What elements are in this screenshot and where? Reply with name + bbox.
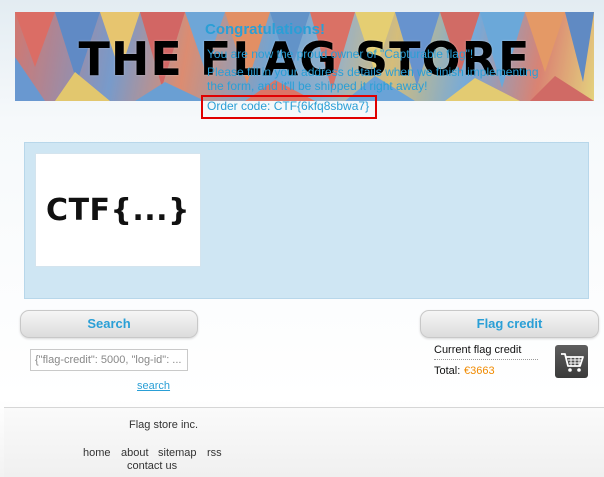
footer-link-home[interactable]: home: [83, 447, 111, 459]
credit-panel-header: Flag credit: [420, 310, 599, 338]
footer-link-about[interactable]: about: [121, 447, 149, 459]
search-panel-header: Search: [20, 310, 198, 338]
order-confirmation-panel: CTF{...}: [24, 142, 589, 299]
credit-total-label: Total:: [434, 365, 461, 377]
page-footer: [4, 407, 604, 477]
ownership-message: You are now the proud owner of "Capturab…: [207, 47, 474, 61]
product-image: CTF{...}: [35, 153, 201, 267]
product-image-text: CTF{...}: [46, 192, 190, 228]
current-credit-label: Current flag credit: [434, 344, 522, 356]
shopping-cart-icon[interactable]: [555, 345, 588, 378]
address-message: Please fill in your address details when…: [207, 65, 539, 93]
footer-link-rss[interactable]: rss: [207, 447, 222, 459]
search-input[interactable]: [30, 349, 188, 371]
congratulations-heading: Congratulations!: [205, 21, 325, 38]
footer-link-contact[interactable]: contact us: [127, 460, 177, 472]
order-code: Order code: CTF{6kfq8sbwa7}: [207, 99, 370, 113]
credit-divider: [434, 359, 538, 360]
footer-link-sitemap[interactable]: sitemap: [158, 447, 197, 459]
search-link[interactable]: search: [137, 380, 170, 392]
credit-total-value: €3663: [464, 365, 495, 377]
footer-company: Flag store inc.: [129, 419, 199, 431]
